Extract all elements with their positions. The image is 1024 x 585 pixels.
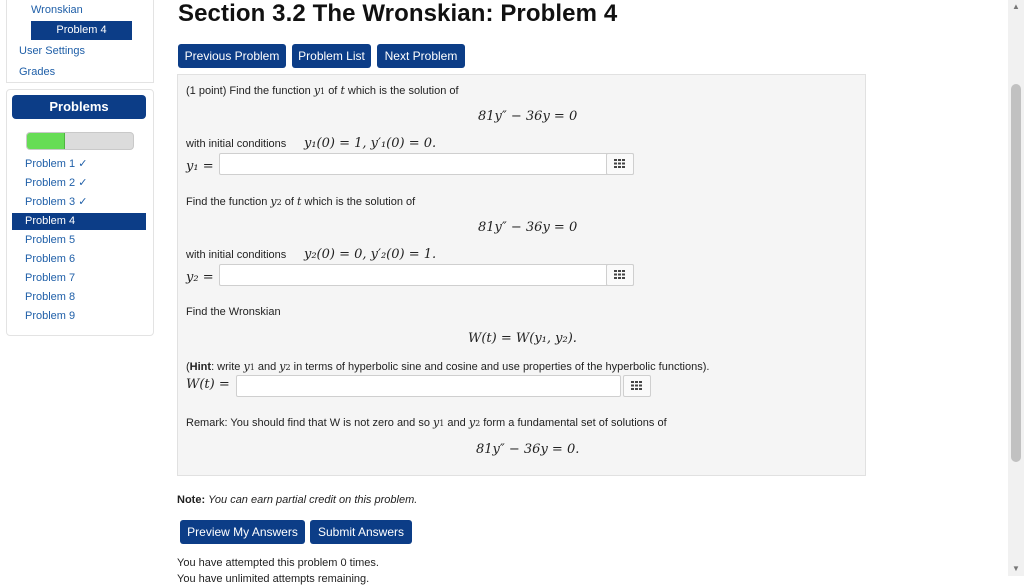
problem-box: (1 point) Find the function y1 of t whic… [177,74,866,476]
hint-line: (Hint: write y1 and y2 in terms of hyper… [186,360,709,373]
note-text: You can earn partial credit on this prob… [208,494,418,506]
hint-var-y2-sub: 2 [285,363,291,372]
progress-bar-fill [27,133,66,149]
problem-list-item[interactable]: Problem 6 [12,251,146,268]
remark-var-y1-sub: 1 [439,419,445,428]
problems-header: Problems [12,95,146,119]
problem-list-item[interactable]: Problem 8 [12,289,146,306]
grid-icon [631,377,643,395]
initial-conditions-2: y₂(0) = 0, y′₂(0) = 1. [304,247,437,262]
wronskian-equation: W(t) = W(y₁, y₂). [468,331,577,346]
checkmark-icon: ✓ [75,158,88,170]
initial-conditions-label-2: with initial conditions [186,249,287,261]
problem-list-item-label: Problem 8 [25,291,76,303]
var-y2-sub: 2 [276,198,282,207]
problem-list-item[interactable]: Problem 9 [12,308,146,325]
hint-and: and [257,361,277,373]
problem-list-item[interactable]: Problem 5 [12,232,146,249]
nav-active-problem[interactable]: Problem 4 [31,21,132,40]
scroll-down-arrow-icon[interactable]: ▼ [1008,562,1024,576]
remark-and: and [447,417,466,429]
partial-credit-note: Note: You can earn partial credit on thi… [177,494,417,506]
problem-list-item[interactable]: Problem 4 [12,213,146,230]
progress-bar [26,132,134,150]
y2-label: y₂ = [186,270,214,285]
ode-equation-final: 81y″ − 36y = 0. [476,442,580,457]
grid-icon [614,266,626,284]
problem-list-item-label: Problem 4 [25,215,76,227]
problem-list-item-label: Problem 3 [25,196,76,208]
y1-equation-editor-button[interactable] [606,153,634,175]
w-label: W(t) = [186,377,230,392]
scrollbar-thumb[interactable] [1011,84,1021,462]
problem-intro-1: (1 point) Find the function y1 of t whic… [186,84,459,97]
var-t: t [340,84,345,97]
problem-list-item[interactable]: Problem 3 ✓ [12,194,146,211]
preview-answers-button[interactable]: Preview My Answers [180,520,305,544]
problem-list-item-label: Problem 2 [25,177,76,189]
remark-var-y2-sub: 2 [475,419,481,428]
hint-bold: Hint [189,361,212,373]
hint-var-y1-sub: 1 [249,363,255,372]
find-wronskian-text: Find the Wronskian [186,306,281,318]
problem-list-item[interactable]: Problem 1 ✓ [12,156,146,173]
checkmark-icon: ✓ [75,177,88,189]
intro-2-tail: which is the solution of [304,196,416,208]
problem-list-item-label: Problem 9 [25,310,76,322]
previous-problem-button[interactable]: Previous Problem [178,44,286,68]
nav-link-wronskian[interactable]: Wronskian [31,4,83,16]
of-text: of [328,85,338,97]
hint-rest: in terms of hyperbolic sine and cosine a… [293,361,710,373]
initial-conditions-label-1: with initial conditions [186,138,287,150]
scroll-up-arrow-icon[interactable]: ▲ [1008,0,1024,14]
intro-1-tail: which is the solution of [347,85,459,97]
intro-1-text: (1 point) Find the function [186,85,311,97]
submit-answers-button[interactable]: Submit Answers [310,520,412,544]
y2-equation-editor-button[interactable] [606,264,634,286]
remark-b: form a fundamental set of solutions of [483,417,667,429]
remaining-attempts-text: You have unlimited attempts remaining. [177,573,370,585]
w-equation-editor-button[interactable] [623,375,651,397]
ode-equation-2: 81y″ − 36y = 0 [478,220,578,235]
problem-list-item-label: Problem 6 [25,253,76,265]
intro-2-text: Find the function [186,196,268,208]
initial-conditions-1: y₁(0) = 1, y′₁(0) = 0. [304,136,437,151]
page-title: Section 3.2 The Wronskian: Problem 4 [178,0,618,27]
of-text-2: of [284,196,294,208]
w-answer-input[interactable] [236,375,621,397]
y1-answer-input[interactable] [219,153,634,175]
y2-answer-input[interactable] [219,264,634,286]
problem-list-item-label: Problem 5 [25,234,76,246]
attempts-text: You have attempted this problem 0 times. [177,557,379,569]
note-label: Note: [177,494,206,506]
problem-list-item[interactable]: Problem 2 ✓ [12,175,146,192]
y1-label: y₁ = [186,159,214,174]
checkmark-icon: ✓ [75,196,88,208]
hint-text: : write [211,361,241,373]
var-y1-sub: 1 [320,87,326,96]
ode-equation-1: 81y″ − 36y = 0 [478,109,578,124]
problem-list-item-label: Problem 1 [25,158,76,170]
nav-link-user-settings[interactable]: User Settings [19,45,85,57]
var-t-2: t [297,195,302,208]
problems-panel: Problems Problem 1 ✓ Problem 2 ✓ Problem 3… [6,89,154,336]
problem-list-button[interactable]: Problem List [292,44,371,68]
next-problem-button[interactable]: Next Problem [377,44,465,68]
remark-a: Remark: You should find that W is not ze… [186,417,430,429]
problem-list-item[interactable]: Problem 7 [12,270,146,287]
problem-intro-2: Find the function y2 of t which is the s… [186,195,415,208]
grid-icon [614,155,626,173]
scrollbar[interactable]: ▲ ▼ [1008,0,1024,576]
left-nav: Wronskian Problem 4 User Settings Grades [6,0,154,83]
remark-line: Remark: You should find that W is not ze… [186,416,667,429]
problem-list-item-label: Problem 7 [25,272,76,284]
nav-link-grades[interactable]: Grades [19,66,55,78]
